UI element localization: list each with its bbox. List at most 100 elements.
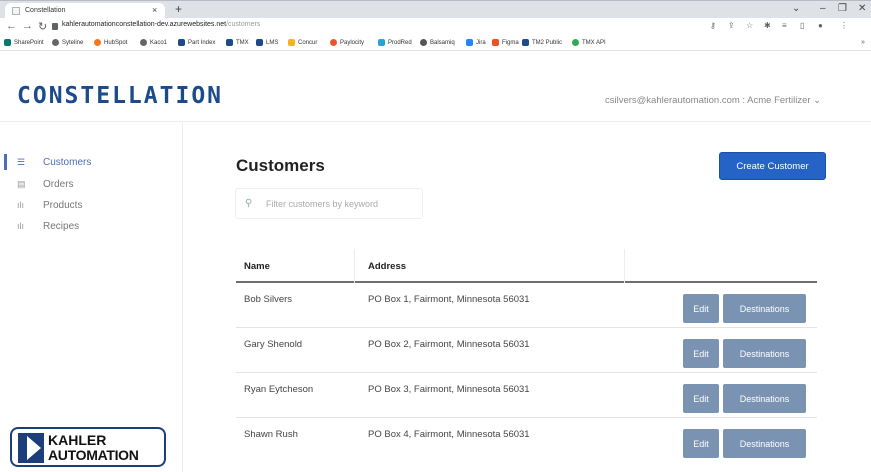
column-divider [354, 249, 355, 283]
url-path: /customers [226, 21, 261, 28]
create-customer-button[interactable]: Create Customer [719, 152, 826, 180]
tab-search-chevron-icon[interactable]: ⌄ [792, 3, 800, 14]
bar-chart-icon: ılı [17, 200, 25, 210]
page-title: Customers [236, 156, 325, 175]
kahler-icon [256, 39, 263, 46]
customers-table: Name Address Bob Silvers PO Box 1, Fairm… [236, 249, 817, 463]
close-tab-icon[interactable]: × [152, 5, 157, 15]
reading-list-icon[interactable]: ≡ [782, 21, 787, 30]
share-icon[interactable]: ⇪ [728, 21, 735, 30]
account-selector[interactable]: csilvers@kahlerautomation.com : Acme Fer… [605, 95, 821, 106]
globe-icon [52, 39, 59, 46]
balsamiq-icon [420, 39, 427, 46]
column-header-address[interactable]: Address [368, 261, 406, 272]
sidebar: ☰ Customers ▤ Orders ılı Products ılı Re… [0, 122, 183, 472]
table-row: Bob Silvers PO Box 1, Fairmont, Minnesot… [236, 283, 817, 328]
lock-icon [52, 23, 58, 30]
bookmark-balsamiq[interactable]: Balsamiq [420, 39, 455, 46]
bookmark-paylocity[interactable]: Paylocity [330, 39, 364, 46]
kahler-automation-logo: KAHLER AUTOMATION [10, 427, 166, 467]
bookmark-sharepoint[interactable]: SharePoint [4, 39, 44, 46]
edit-button[interactable]: Edit [683, 339, 719, 368]
bookmark-lms[interactable]: LMS [256, 39, 278, 46]
paylocity-icon [330, 39, 337, 46]
destinations-button[interactable]: Destinations [723, 339, 806, 368]
sidebar-item-label: Customers [43, 156, 92, 168]
jira-icon [466, 39, 473, 46]
app-logo[interactable]: CONSTELLATION [17, 83, 223, 109]
sidebar-item-recipes[interactable]: ılı Recipes [8, 218, 79, 234]
extensions-icon[interactable]: ✱ [764, 21, 771, 30]
destinations-button[interactable]: Destinations [723, 384, 806, 413]
restore-icon[interactable]: ❐ [838, 3, 847, 14]
customer-address: PO Box 4, Fairmont, Minnesota 56031 [368, 429, 530, 440]
destinations-button[interactable]: Destinations [723, 294, 806, 323]
sidebar-item-orders[interactable]: ▤ Orders [8, 176, 74, 192]
sidebar-item-customers[interactable]: ☰ Customers [3, 154, 92, 170]
table-row: Gary Shenold PO Box 2, Fairmont, Minneso… [236, 328, 817, 373]
bookmark-tmx-api[interactable]: TMX API [572, 39, 606, 46]
bookmark-star-icon[interactable]: ☆ [746, 21, 753, 30]
column-divider [624, 249, 625, 283]
tab-title: Constellation [25, 7, 66, 14]
bookmark-part-index[interactable]: Part Index [178, 39, 215, 46]
table-header: Name Address [236, 249, 817, 283]
kahler-icon [178, 39, 185, 46]
url-field[interactable]: kahlerautomationconstellation-dev.azurew… [52, 21, 260, 34]
url-host: kahlerautomationconstellation-dev.azurew… [62, 21, 227, 28]
browser-tab[interactable]: Constellation × [5, 3, 165, 19]
column-header-name[interactable]: Name [244, 261, 270, 272]
edit-button[interactable]: Edit [683, 429, 719, 458]
bookmark-tmx[interactable]: TMX [226, 39, 249, 46]
table-row: Ryan Eytcheson PO Box 3, Fairmont, Minne… [236, 373, 817, 418]
bookmarks-bar: SharePoint Syteline HubSpot Kaco1 Part I… [0, 36, 871, 51]
new-tab-button[interactable]: + [175, 2, 182, 16]
search-icon: ⚲ [245, 198, 253, 209]
sidebar-item-label: Recipes [43, 220, 80, 232]
sidebar-item-label: Products [43, 199, 83, 211]
hubspot-icon [94, 39, 101, 46]
close-window-icon[interactable]: ✕ [858, 3, 866, 14]
menu-kebab-icon[interactable]: ⋮ [840, 21, 848, 30]
reload-icon[interactable]: ↻ [38, 20, 47, 33]
bookmark-tm2-public[interactable]: TM2 Public [522, 39, 562, 46]
minimize-icon[interactable]: – [820, 3, 826, 14]
kahler-k-icon [18, 433, 44, 463]
kahler-icon [226, 39, 233, 46]
customer-address: PO Box 1, Fairmont, Minnesota 56031 [368, 294, 530, 305]
search-input[interactable] [266, 197, 416, 211]
table-row: Shawn Rush PO Box 4, Fairmont, Minnesota… [236, 418, 817, 463]
kahler-icon [522, 39, 529, 46]
bookmark-figma[interactable]: Figma [492, 39, 519, 46]
globe-icon [140, 39, 147, 46]
bookmarks-overflow-icon[interactable]: » [861, 39, 865, 46]
customer-name: Bob Silvers [244, 294, 293, 305]
page-favicon-icon [12, 7, 20, 15]
side-panel-icon[interactable]: ▯ [800, 21, 804, 30]
list-icon: ☰ [17, 156, 26, 167]
bookmark-prodred[interactable]: ProdRed [378, 39, 412, 46]
orders-icon: ▤ [17, 178, 26, 189]
key-icon[interactable]: ⚷ [710, 21, 716, 30]
api-icon [572, 39, 579, 46]
edit-button[interactable]: Edit [683, 294, 719, 323]
brand-line-2: AUTOMATION [48, 447, 139, 463]
sharepoint-icon [4, 39, 11, 46]
sidebar-item-products[interactable]: ılı Products [8, 197, 82, 213]
forward-arrow-icon[interactable]: → [22, 20, 33, 32]
back-arrow-icon[interactable]: ← [6, 20, 17, 32]
destinations-button[interactable]: Destinations [723, 429, 806, 458]
edit-button[interactable]: Edit [683, 384, 719, 413]
bookmark-kaco1[interactable]: Kaco1 [140, 39, 167, 46]
sidebar-item-label: Orders [43, 178, 74, 190]
customer-name: Shawn Rush [244, 429, 298, 440]
customer-name: Ryan Eytcheson [244, 384, 314, 395]
bookmark-hubspot[interactable]: HubSpot [94, 39, 127, 46]
bookmark-concur[interactable]: Concur [288, 39, 317, 46]
figma-icon [492, 39, 499, 46]
bookmark-syteline[interactable]: Syteline [52, 39, 83, 46]
profile-icon[interactable]: ● [818, 21, 823, 30]
bookmark-jira[interactable]: Jira [466, 39, 486, 46]
customer-name: Gary Shenold [244, 339, 303, 350]
concur-icon [288, 39, 295, 46]
